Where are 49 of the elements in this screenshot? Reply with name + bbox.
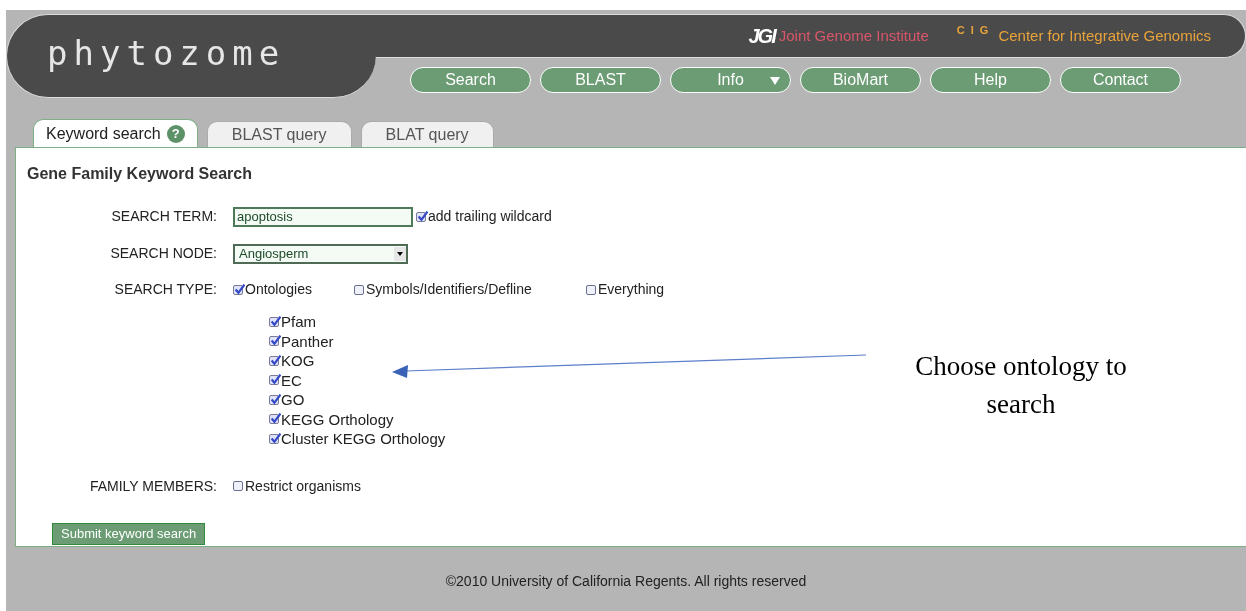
checkbox-label: KOG <box>281 351 315 371</box>
checkbox[interactable] <box>269 433 279 444</box>
partner-name: Center for Integrative Genomics <box>998 25 1211 46</box>
field-label: SEARCH NODE: <box>109 244 217 263</box>
logo: phytozome <box>47 31 286 75</box>
checkbox[interactable] <box>269 316 279 327</box>
checkbox-label: Restrict organisms <box>245 476 361 496</box>
nav-button[interactable]: Info <box>670 67 791 93</box>
checkbox[interactable] <box>269 355 279 366</box>
checkbox-label: KEGG Orthology <box>281 409 394 429</box>
search-term-field[interactable]: apoptosis <box>233 206 413 227</box>
partner-mark: CIG <box>956 24 995 36</box>
annotation-text: Choose ontology to search <box>914 350 1128 421</box>
checkbox[interactable] <box>233 284 243 295</box>
checkbox-label: GO <box>281 390 305 410</box>
form-title: Gene Family Keyword Search <box>27 164 253 184</box>
checkbox[interactable] <box>233 481 243 491</box>
checkbox-label: EC <box>281 370 302 390</box>
checkbox[interactable] <box>416 211 426 222</box>
tab[interactable]: Keyword search ? <box>33 119 198 147</box>
help-icon[interactable]: ? <box>166 124 185 143</box>
checkbox[interactable] <box>269 336 279 347</box>
checkbox-label: Cluster KEGG Orthology <box>281 429 446 449</box>
checkbox-label: Everything <box>598 280 665 299</box>
checkbox-label: Symbols/Identifiers/Defline <box>366 280 532 299</box>
checkbox[interactable] <box>269 394 279 405</box>
footer-text: ©2010 University of California Regents. All rights reserved <box>444 572 808 591</box>
checkbox[interactable] <box>269 375 279 386</box>
field-label: FAMILY MEMBERS: <box>88 476 217 496</box>
field-label: SEARCH TERM: <box>110 207 217 226</box>
partner-name: Joint Genome Institute <box>778 25 929 46</box>
partner-mark: JGI <box>748 24 775 49</box>
nav-button[interactable]: BioMart <box>800 67 921 93</box>
submit-button[interactable]: Submit keyword search <box>52 523 206 545</box>
nav-button[interactable]: Search <box>410 67 531 93</box>
checkbox-label: Panther <box>281 331 334 351</box>
checkbox-label: add trailing wildcard <box>428 207 552 226</box>
tab[interactable]: BLAST query <box>206 121 352 147</box>
checkbox[interactable] <box>269 414 279 425</box>
field-label: SEARCH TYPE: <box>113 280 217 299</box>
nav-button[interactable]: Contact <box>1060 67 1181 93</box>
checkbox-label: Ontologies <box>245 280 312 299</box>
checkbox[interactable] <box>586 284 596 295</box>
tab[interactable]: BLAT query <box>360 121 494 147</box>
nav-button[interactable]: BLAST <box>540 67 661 93</box>
nav-button[interactable]: Help <box>930 67 1051 93</box>
search-node-select[interactable]: Angiosperm <box>233 243 408 264</box>
checkbox[interactable] <box>354 284 364 295</box>
checkbox-label: Pfam <box>281 312 316 332</box>
